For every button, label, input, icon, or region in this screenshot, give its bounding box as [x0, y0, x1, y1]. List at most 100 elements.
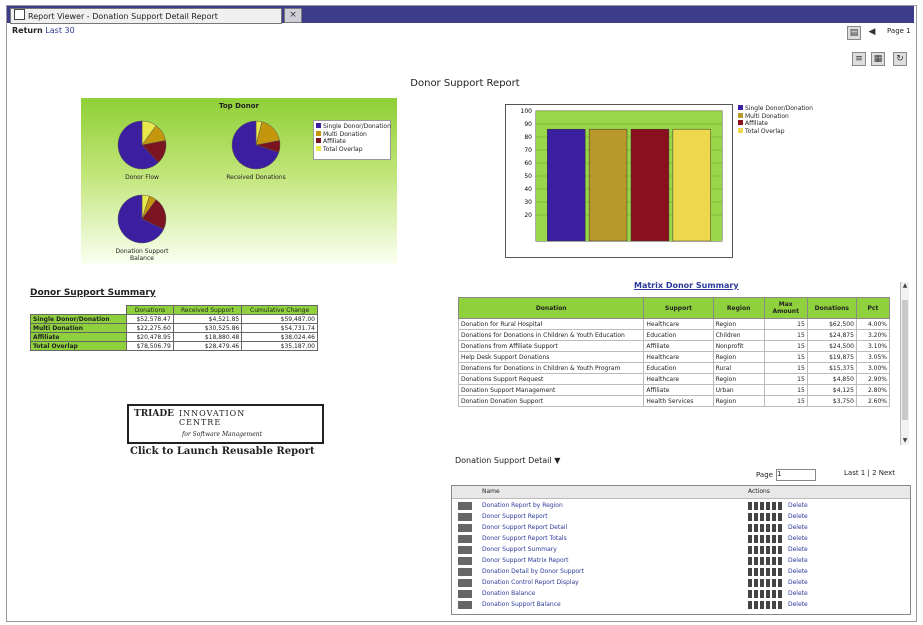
pager-links[interactable]: Last 1 | 2 Next	[844, 469, 895, 477]
list-item[interactable]: Donor Support Matrix Report Delete	[452, 556, 910, 566]
arrow-left-icon[interactable]: ◀	[866, 26, 878, 38]
delete-link[interactable]: Delete	[788, 557, 808, 564]
report-icon	[458, 579, 472, 587]
table-row[interactable]: Donations for Donations in Children & Yo…	[457, 329, 891, 341]
scroll-down-icon[interactable]: ▼	[901, 437, 909, 445]
bar-chart: 100 90 80 70 60 50 40 30 20	[521, 108, 723, 242]
list-item[interactable]: Donor Support Report Delete	[452, 512, 910, 522]
report-link[interactable]: Donor Support Report Detail	[482, 524, 567, 531]
table-row[interactable]: Donation for Rural Hospital Healthcare Reg…	[457, 318, 891, 330]
matrix-header[interactable]: Max Amount	[763, 297, 808, 319]
table-row: Single Donor/Donation $52,578.47 $4,521.85…	[29, 314, 318, 324]
print-icon[interactable]: ▤	[847, 26, 861, 40]
list-item[interactable]: Donor Support Report Totals Delete	[452, 534, 910, 544]
page-select[interactable]: 1	[775, 469, 816, 481]
refresh-icon[interactable]: ↻	[893, 52, 907, 66]
list-item[interactable]: Donation Control Report Display Delete	[452, 578, 910, 588]
report-link[interactable]: Donation Report by Region	[482, 502, 563, 509]
matrix-header[interactable]: Region	[712, 297, 765, 319]
return-value: Last 30	[45, 26, 75, 35]
legend-item: Multi Donation	[738, 112, 818, 121]
action-icons[interactable]	[748, 557, 784, 565]
report-link[interactable]: Donation Detail by Donor Support	[482, 568, 584, 575]
report-link[interactable]: Donor Support Matrix Report	[482, 557, 568, 564]
list-item[interactable]: Donation Detail by Donor Support Delete	[452, 567, 910, 577]
action-icons[interactable]	[748, 513, 784, 521]
report-link[interactable]: Donor Support Report Totals	[482, 535, 567, 542]
delete-link[interactable]: Delete	[788, 502, 808, 509]
list-item[interactable]: Donation Report by Region Delete	[452, 501, 910, 511]
report-icon	[458, 546, 472, 554]
action-icons[interactable]	[748, 524, 784, 532]
delete-link[interactable]: Delete	[788, 535, 808, 542]
report-link[interactable]: Donation Support Balance	[482, 601, 561, 608]
name-column-header[interactable]: Name	[482, 488, 500, 495]
table-row[interactable]: Help Desk Support Donations Healthcare Reg…	[457, 351, 891, 363]
report-icon	[458, 513, 472, 521]
matrix-header[interactable]: Donation	[457, 297, 645, 319]
matrix-title[interactable]: Matrix Donor Summary	[634, 281, 739, 290]
table-row[interactable]: Donation Support Management Affiliate Urba…	[457, 384, 891, 396]
save-icon[interactable]: ▦	[871, 52, 885, 66]
delete-link[interactable]: Delete	[788, 579, 808, 586]
action-icons[interactable]	[748, 535, 784, 543]
delete-link[interactable]: Delete	[788, 568, 808, 575]
legend-item: Affiliate	[316, 138, 388, 146]
delete-link[interactable]: Delete	[788, 590, 808, 597]
legend-item: Single Donor/Donation	[316, 123, 391, 131]
report-link[interactable]: Donation Balance	[482, 590, 535, 597]
matrix-scrollbar[interactable]: ▲ ▼	[900, 282, 909, 445]
report-list-label: Donation Support Detail ▼	[455, 456, 561, 465]
y-tick-label: 80	[524, 134, 532, 141]
list-item[interactable]: Donation Support Balance Delete	[452, 600, 910, 610]
report-link[interactable]: Donor Support Summary	[482, 546, 557, 553]
scroll-up-icon[interactable]: ▲	[901, 282, 909, 290]
action-icons[interactable]	[748, 568, 784, 576]
launch-report-logo[interactable]: TRIADE INNOVATION CENTRE for Software Man…	[127, 404, 324, 444]
summary-title: Donor Support Summary	[30, 288, 156, 298]
report-icon	[458, 524, 472, 532]
actions-column-header: Actions	[748, 488, 770, 495]
bar-3	[672, 128, 711, 242]
action-icons[interactable]	[748, 502, 784, 510]
scroll-thumb[interactable]	[902, 300, 908, 420]
action-icons[interactable]	[748, 601, 784, 609]
table-row: Affiliate $20,478.95 $18,880.48 $38,024.46	[29, 332, 318, 342]
report-tab[interactable]: Report Viewer - Donation Support Detail …	[10, 8, 282, 24]
table-row[interactable]: Donations Support Request Healthcare Regio…	[457, 373, 891, 385]
action-icons[interactable]	[748, 546, 784, 554]
list-item[interactable]: Donor Support Report Detail Delete	[452, 523, 910, 533]
table-row[interactable]: Donations for Donations in Children & Yo…	[457, 362, 891, 374]
report-link[interactable]: Donor Support Report	[482, 513, 548, 520]
pager-label: Page	[756, 471, 773, 479]
tab-close-button[interactable]: ×	[284, 8, 302, 23]
launch-report-link[interactable]: Click to Launch Reusable Report	[130, 446, 315, 457]
table-row[interactable]: Donations from Affiliate Support Affiliat…	[457, 340, 891, 352]
delete-link[interactable]: Delete	[788, 524, 808, 531]
report-link[interactable]: Donation Control Report Display	[482, 579, 579, 586]
tab-title: Report Viewer - Donation Support Detail …	[28, 12, 218, 21]
legend-item: Single Donor/Donation	[738, 105, 818, 113]
dropdown-icon[interactable]: ▼	[554, 456, 560, 465]
table-row: Total Overlap $78,506.79 $28,479.46 $35,187…	[29, 341, 318, 351]
delete-link[interactable]: Delete	[788, 601, 808, 608]
y-tick-label: 30	[524, 199, 532, 206]
action-icons[interactable]	[748, 579, 784, 587]
matrix-header[interactable]: Pct	[855, 297, 891, 319]
list-item[interactable]: Donor Support Summary Delete	[452, 545, 910, 555]
return-link[interactable]: Return Last 30	[12, 26, 75, 35]
logo-brand-left: TRIADE	[134, 409, 175, 419]
table-row[interactable]: Donation Donation Support Health Services…	[457, 395, 891, 407]
y-tick-label: 60	[524, 160, 532, 167]
matrix-header[interactable]: Donations	[806, 297, 857, 319]
delete-link[interactable]: Delete	[788, 546, 808, 553]
delete-link[interactable]: Delete	[788, 513, 808, 520]
pie-support-balance	[117, 194, 167, 244]
export-icon[interactable]: ≡	[852, 52, 866, 66]
y-tick-label: 90	[524, 121, 532, 128]
pie-donor-flow	[117, 120, 167, 170]
matrix-header[interactable]: Support	[643, 297, 714, 319]
action-icons[interactable]	[748, 590, 784, 598]
summary-header: Donations	[126, 305, 174, 315]
list-item[interactable]: Donation Balance Delete	[452, 589, 910, 599]
